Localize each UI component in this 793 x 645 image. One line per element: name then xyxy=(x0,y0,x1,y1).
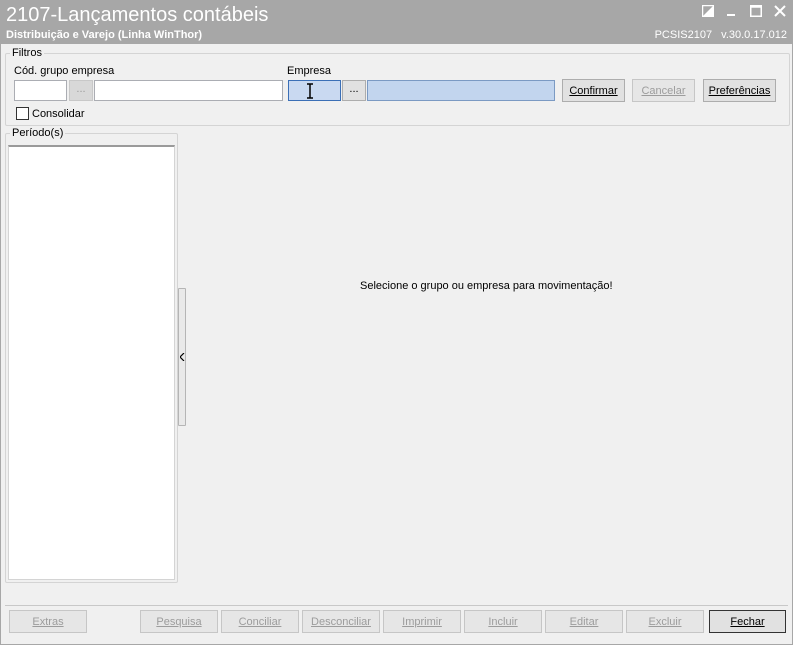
imprimir-button[interactable]: Imprimir xyxy=(383,610,461,633)
program-version: v.30.0.17.012 xyxy=(721,29,787,41)
desconciliar-button[interactable]: Desconciliar xyxy=(302,610,380,633)
empresa-label: Empresa xyxy=(287,65,332,77)
preferencias-button[interactable]: Preferências xyxy=(703,79,776,102)
panel-splitter[interactable] xyxy=(178,288,186,426)
window-controls xyxy=(701,4,787,18)
confirmar-button[interactable]: Confirmar xyxy=(562,79,625,102)
empresa-code-input[interactable] xyxy=(288,80,341,101)
fechar-button[interactable]: Fechar xyxy=(709,610,786,633)
program-code: PCSIS2107 xyxy=(654,29,713,41)
restore-icon[interactable] xyxy=(701,4,715,18)
empresa-name-input[interactable] xyxy=(367,80,555,101)
maximize-icon[interactable] xyxy=(749,4,763,18)
footer-separator xyxy=(5,605,788,606)
periodos-list[interactable] xyxy=(8,145,175,580)
grupo-empresa-name-input[interactable] xyxy=(94,80,283,101)
grupo-empresa-label: Cód. grupo empresa xyxy=(14,65,115,77)
consolidar-label: Consolidar xyxy=(32,108,85,120)
window-title: 2107-Lançamentos contábeis xyxy=(6,4,269,26)
conciliar-button[interactable]: Conciliar xyxy=(221,610,299,633)
filters-legend: Filtros xyxy=(12,47,42,59)
excluir-button[interactable]: Excluir xyxy=(626,610,704,633)
chevron-left-icon xyxy=(179,353,184,361)
window-content: Filtros Cód. grupo empresa ... Empresa .… xyxy=(0,44,793,645)
consolidar-checkbox[interactable] xyxy=(16,107,29,120)
pesquisa-button[interactable]: Pesquisa xyxy=(140,610,218,633)
editar-button[interactable]: Editar xyxy=(545,610,623,633)
periodos-legend: Período(s) xyxy=(12,127,64,139)
window-subtitle: Distribuição e Varejo (Linha WinThor) xyxy=(6,29,203,41)
incluir-button[interactable]: Incluir xyxy=(464,610,542,633)
title-bar: 2107-Lançamentos contábeis Distribuição … xyxy=(0,0,793,44)
close-icon[interactable] xyxy=(773,4,787,18)
program-info: PCSIS2107 v.30.0.17.012 xyxy=(649,29,787,41)
empresa-lookup-button[interactable]: ... xyxy=(342,80,366,101)
extras-button[interactable]: Extras xyxy=(9,610,87,633)
text-cursor-icon xyxy=(307,83,313,99)
minimize-icon[interactable] xyxy=(725,4,739,18)
cancelar-button[interactable]: Cancelar xyxy=(632,79,695,102)
empty-state-message: Selecione o grupo ou empresa para movime… xyxy=(360,280,613,292)
grupo-empresa-lookup-button[interactable]: ... xyxy=(69,80,93,101)
grupo-empresa-code-input[interactable] xyxy=(14,80,67,101)
